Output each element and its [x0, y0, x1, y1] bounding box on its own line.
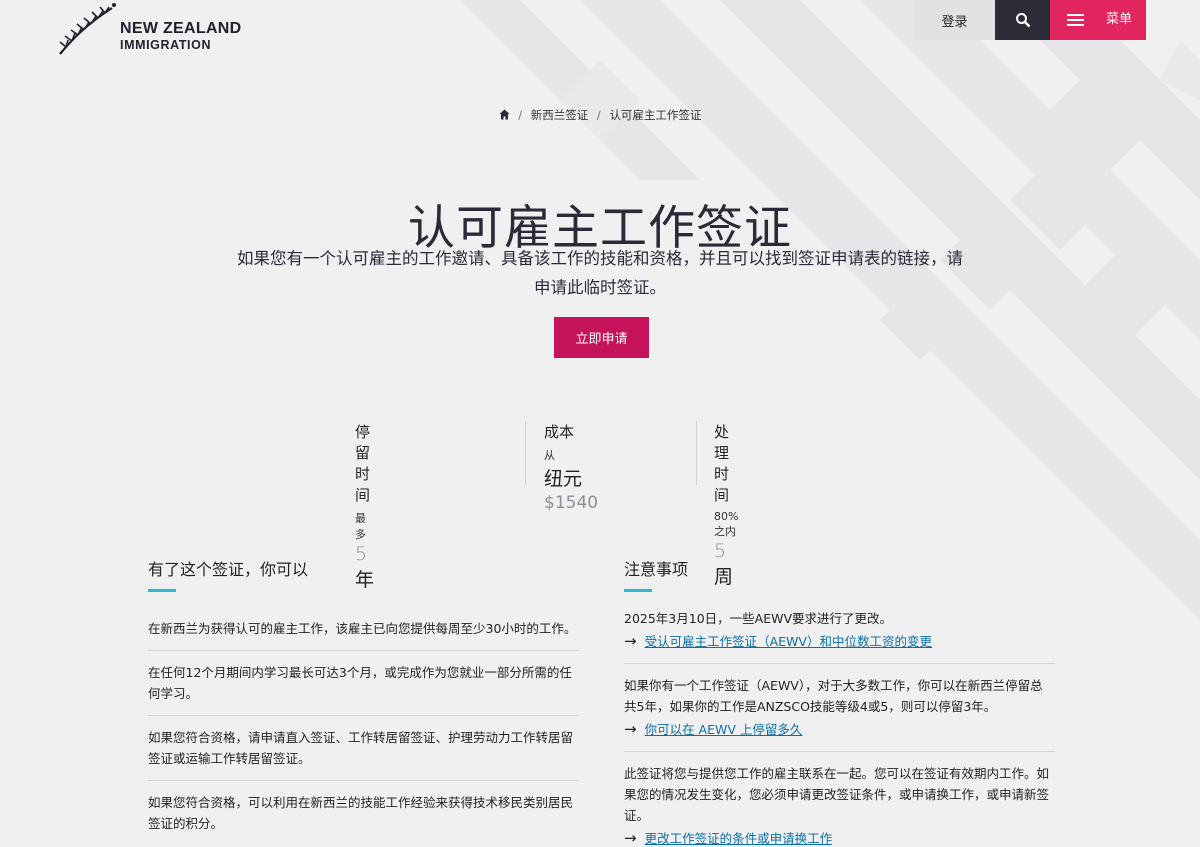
list-item-text: 如果您符合资格，可以利用在新西兰的技能工作经验来获得技术移民类别居民签证的积分。 [148, 795, 574, 831]
breadcrumb-separator: / [518, 108, 523, 122]
search-button[interactable] [995, 0, 1050, 40]
list-item-text: 在任何12个月期间内学习最长可达3个月，或完成作为您就业一部分所需的任何学习。 [148, 665, 572, 701]
stat-stay-label: 停留时间 [355, 423, 371, 504]
page: NEW ZEALAND IMMIGRATION 登录 菜单 / 新西兰签证 / … [0, 0, 1200, 847]
login-button[interactable]: 登录 [914, 0, 995, 40]
breadcrumb-separator: / [596, 108, 601, 122]
breadcrumb-item-visas[interactable]: 新西兰签证 [531, 108, 589, 122]
stat-cost: 成本 从 纽元 $1540 [544, 421, 598, 513]
search-icon [1015, 13, 1030, 28]
list-item: 在任何12个月期间内学习最长可达3个月，或完成作为您就业一部分所需的任何学习。 [148, 651, 579, 716]
can-do-heading: 有了这个签证，你可以 [148, 560, 309, 579]
arrow-right-icon: → [624, 632, 637, 650]
list-item: 在新西兰为获得认可的雇主工作，该雇主已向您提供每周至少30小时的工作。 [148, 618, 579, 651]
notes-heading: 注意事项 [624, 560, 689, 579]
list-item-text: 如果你有一个工作签证（AEWV），对于大多数工作，你可以在新西兰停留总共5年，如… [624, 678, 1043, 714]
logo-line-1: NEW ZEALAND [120, 20, 242, 37]
menu-button[interactable]: 菜单 [1050, 0, 1146, 40]
home-icon[interactable] [499, 109, 510, 120]
arrow-right-icon: → [624, 829, 637, 847]
breadcrumb-item-current: 认可雇主工作签证 [609, 108, 702, 122]
list-item-text: 在新西兰为获得认可的雇主工作，该雇主已向您提供每周至少30小时的工作。 [148, 621, 577, 636]
notes-section: 注意事项 2025年3月10日，一些AEWV要求进行了更改。 → 受认可雇主工作签… [624, 556, 1055, 847]
stat-cost-label: 成本 [544, 423, 575, 441]
heading-underline [148, 589, 176, 592]
stat-stay-prefix: 最多 [355, 512, 366, 541]
aewv-stay-link[interactable]: 你可以在 AEWV 上停留多久 [645, 719, 803, 740]
heading-underline [624, 589, 652, 592]
list-item-text: 2025年3月10日，一些AEWV要求进行了更改。 [624, 611, 893, 626]
notes-list: 2025年3月10日，一些AEWV要求进行了更改。 → 受认可雇主工作签证（AEW… [624, 608, 1055, 847]
list-item-text: 此签证将您与提供您工作的雇主联系在一起。您可以在签证有效期内工作。如果您的情况发… [624, 766, 1050, 823]
list-item: 此签证将您与提供您工作的雇主联系在一起。您可以在签证有效期内工作。如果您的情况发… [624, 752, 1055, 847]
list-item: 2025年3月10日，一些AEWV要求进行了更改。 → 受认可雇主工作签证（AEW… [624, 608, 1055, 664]
top-bar: 登录 菜单 [914, 0, 1146, 40]
stat-processing-prefix: 80% 之内 [714, 510, 739, 538]
silver-fern-icon [59, 3, 116, 55]
can-do-list: 在新西兰为获得认可的雇主工作，该雇主已向您提供每周至少30小时的工作。 在任何1… [148, 618, 579, 845]
can-do-section: 有了这个签证，你可以 在新西兰为获得认可的雇主工作，该雇主已向您提供每周至少30… [148, 556, 579, 845]
arrow-right-icon: → [624, 720, 637, 738]
hamburger-icon [1067, 11, 1084, 29]
list-item: 如果您符合资格，请申请直入签证、工作转居留签证、护理劳动力工作转居留签证或运输工… [148, 716, 579, 781]
apply-now-button[interactable]: 立即申请 [554, 317, 649, 358]
logo-line-2: IMMIGRATION [120, 38, 212, 52]
stat-cost-prefix: 从 [544, 449, 555, 462]
stat-cost-value: 纽元 $1540 [544, 464, 598, 513]
stat-cost-currency: 纽元 [544, 468, 583, 490]
stat-divider [696, 421, 697, 485]
stat-divider [525, 421, 526, 485]
stat-processing-label: 处理时间 [714, 423, 730, 504]
stat-cost-amount: $1540 [544, 493, 599, 513]
list-item: 如果你有一个工作签证（AEWV），对于大多数工作，你可以在新西兰停留总共5年，如… [624, 664, 1055, 752]
breadcrumb: / 新西兰签证 / 认可雇主工作签证 [0, 107, 1200, 123]
change-conditions-link[interactable]: 更改工作签证的条件或申请换工作 [645, 828, 833, 847]
list-item: 如果您符合资格，可以利用在新西兰的技能工作经验来获得技术移民类别居民签证的积分。 [148, 781, 579, 845]
aewv-changes-link[interactable]: 受认可雇主工作签证（AEWV）和中位数工资的变更 [645, 631, 932, 652]
intro-text: 如果您有一个认可雇主的工作邀请、具备该工作的技能和资格，并且可以找到签证申请表的… [237, 249, 963, 297]
menu-label: 菜单 [1106, 11, 1133, 27]
list-item-text: 如果您符合资格，请申请直入签证、工作转居留签证、护理劳动力工作转居留签证或运输工… [148, 730, 574, 766]
nz-immigration-logo[interactable]: NEW ZEALAND IMMIGRATION [56, 2, 242, 56]
